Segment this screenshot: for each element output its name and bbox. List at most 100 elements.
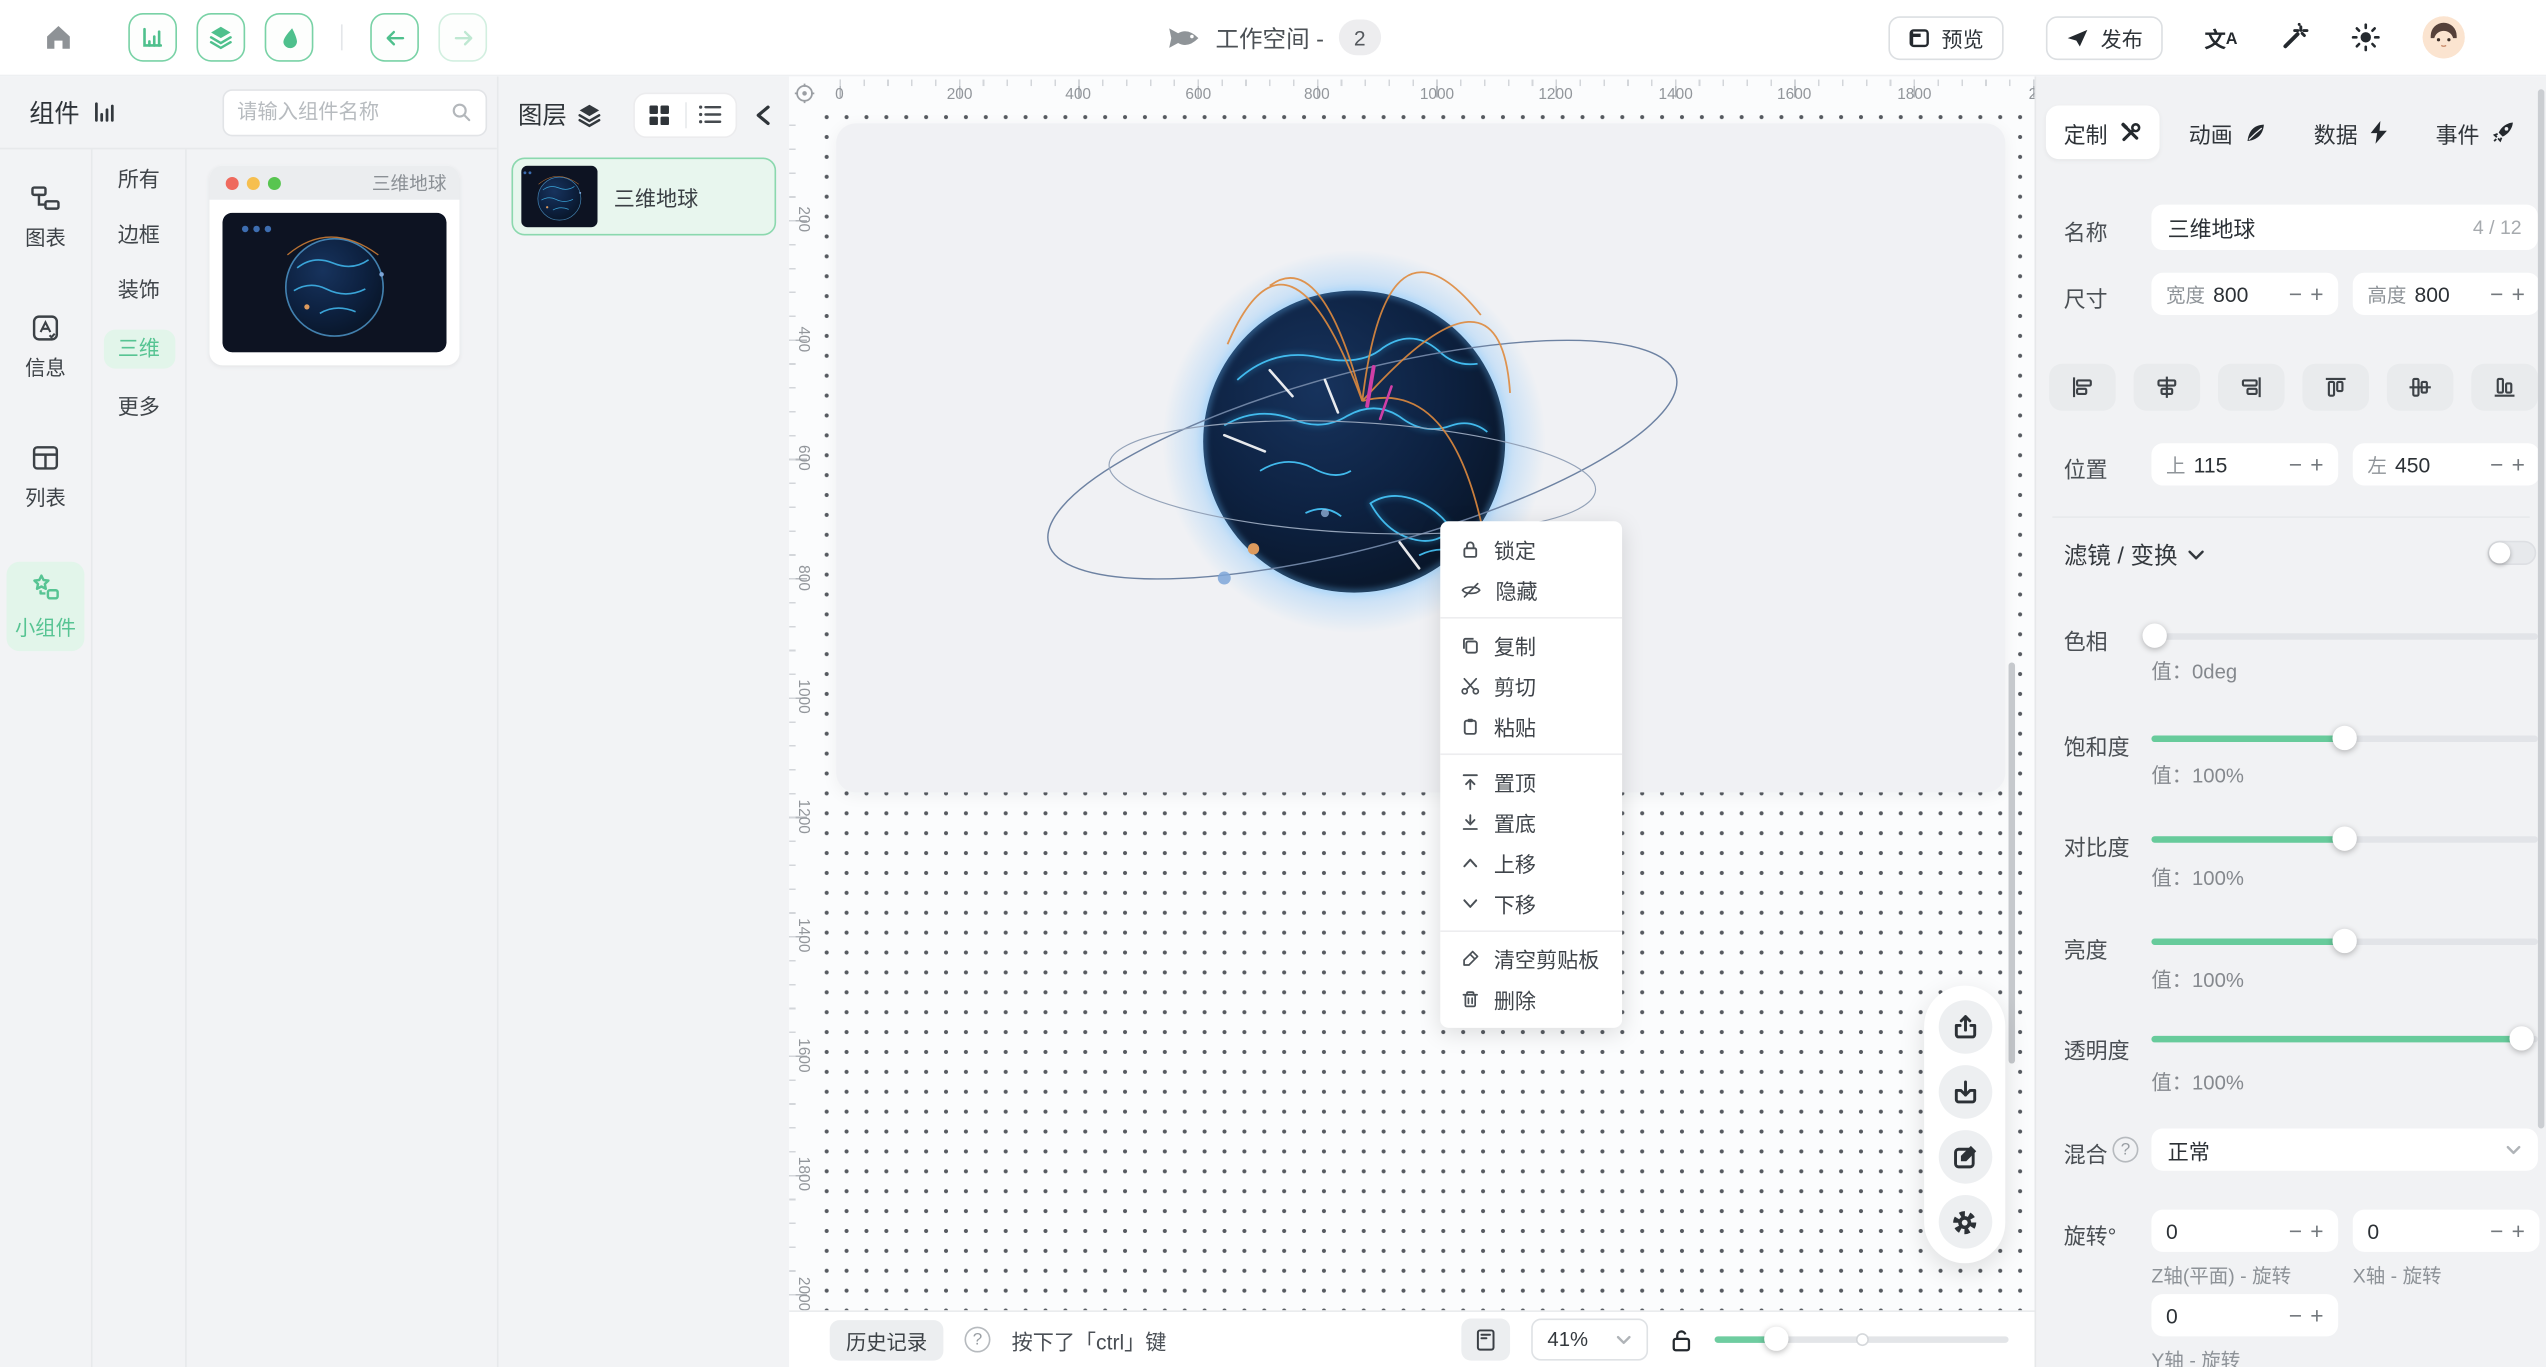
align-middle-vertical-button[interactable] bbox=[2387, 364, 2454, 411]
history-button[interactable]: 历史记录 bbox=[830, 1319, 944, 1360]
rotate-z-decrease-button[interactable]: − bbox=[2289, 1219, 2302, 1242]
width-increase-button[interactable]: + bbox=[2310, 283, 2323, 306]
menu-item-cut[interactable]: 剪切 bbox=[1440, 666, 1622, 707]
export-button[interactable] bbox=[1938, 1000, 1992, 1054]
filter-toggle[interactable] bbox=[2488, 541, 2537, 565]
filter-all[interactable]: 所有 bbox=[103, 164, 174, 196]
top-increase-button[interactable]: + bbox=[2310, 453, 2323, 476]
collapse-layers-button[interactable] bbox=[747, 103, 779, 126]
left-decrease-button[interactable]: − bbox=[2490, 453, 2503, 476]
align-bottom-button[interactable] bbox=[2471, 364, 2538, 411]
brightness-slider-handle[interactable] bbox=[2332, 929, 2356, 953]
opacity-slider[interactable] bbox=[2151, 1036, 2537, 1042]
contrast-slider[interactable] bbox=[2151, 836, 2537, 842]
contrast-slider-handle[interactable] bbox=[2332, 826, 2356, 850]
menu-item-copy[interactable]: 复制 bbox=[1440, 625, 1622, 666]
saturation-slider[interactable] bbox=[2151, 736, 2537, 742]
magic-wand-icon[interactable] bbox=[2280, 23, 2309, 52]
tab-animation[interactable]: 动画 bbox=[2171, 106, 2285, 160]
redo-button[interactable] bbox=[438, 13, 487, 62]
component-search-input[interactable] bbox=[237, 101, 450, 124]
theme-brightness-icon[interactable] bbox=[2351, 23, 2380, 52]
chart-mode-button[interactable] bbox=[128, 13, 177, 62]
opacity-slider-handle[interactable] bbox=[2510, 1026, 2534, 1050]
import-button[interactable] bbox=[1938, 1065, 1992, 1119]
home-icon[interactable] bbox=[42, 21, 74, 53]
list-view-icon bbox=[699, 104, 723, 125]
rotate-y-increase-button[interactable]: + bbox=[2310, 1304, 2323, 1327]
menu-item-send-to-bottom[interactable]: 置底 bbox=[1440, 802, 1622, 843]
menu-item-bring-to-top[interactable]: 置顶 bbox=[1440, 762, 1622, 803]
ruler-origin-icon[interactable] bbox=[794, 83, 815, 104]
zoom-select[interactable]: 41% bbox=[1531, 1318, 1648, 1360]
tab-customize[interactable]: 定制 bbox=[2046, 106, 2160, 160]
tab-data[interactable]: 数据 bbox=[2296, 106, 2406, 160]
height-decrease-button[interactable]: − bbox=[2490, 283, 2503, 306]
workspace-count-badge[interactable]: 2 bbox=[1339, 19, 1381, 55]
layers-mode-button[interactable] bbox=[196, 13, 245, 62]
preview-button[interactable]: 预览 bbox=[1888, 15, 2003, 59]
layers-panel-title: 图层 bbox=[518, 97, 567, 131]
user-avatar[interactable] bbox=[2423, 16, 2465, 58]
filter-3d[interactable]: 三维 bbox=[103, 330, 174, 369]
history-panel-button[interactable] bbox=[1461, 1318, 1510, 1360]
rotate-x-decrease-button[interactable]: − bbox=[2490, 1219, 2503, 1242]
height-increase-button[interactable]: + bbox=[2512, 283, 2525, 306]
edit-button[interactable] bbox=[1938, 1130, 1992, 1184]
align-left-button[interactable] bbox=[2049, 364, 2116, 411]
menu-item-lock[interactable]: 锁定 bbox=[1440, 529, 1622, 570]
undo-button[interactable] bbox=[370, 13, 419, 62]
name-input[interactable] bbox=[2168, 215, 2473, 239]
category-widgets[interactable]: 小组件 bbox=[6, 562, 84, 651]
hue-slider[interactable] bbox=[2151, 633, 2537, 639]
category-tables[interactable]: 列表 bbox=[6, 432, 84, 521]
grid-view-button[interactable] bbox=[635, 103, 685, 126]
menu-item-hide[interactable]: 隐藏 bbox=[1440, 570, 1622, 611]
filter-section-title[interactable]: 滤镜 / 变换 bbox=[2064, 537, 2205, 571]
tab-events[interactable]: 事件 bbox=[2418, 106, 2533, 160]
search-icon[interactable] bbox=[450, 101, 473, 124]
settings-scrollbar[interactable] bbox=[2538, 89, 2544, 1128]
horizontal-ruler[interactable]: 0 200 400 600 800 1000 1200 1400 1600 18… bbox=[817, 80, 2035, 108]
menu-item-move-up[interactable]: 上移 bbox=[1440, 843, 1622, 884]
list-view-button[interactable] bbox=[686, 104, 736, 125]
zoom-slider-handle[interactable] bbox=[1764, 1327, 1788, 1351]
left-increase-button[interactable]: + bbox=[2512, 453, 2525, 476]
align-center-horizontal-button[interactable] bbox=[2134, 364, 2201, 411]
canvas-vertical-scrollbar[interactable] bbox=[2009, 662, 2015, 1063]
menu-item-paste[interactable]: 粘贴 bbox=[1440, 706, 1622, 747]
brightness-slider[interactable] bbox=[2151, 939, 2537, 945]
align-top-button[interactable] bbox=[2302, 364, 2369, 411]
menu-item-delete[interactable]: 删除 bbox=[1440, 979, 1622, 1020]
menu-item-move-down[interactable]: 下移 bbox=[1440, 883, 1622, 924]
settings-button[interactable] bbox=[1938, 1195, 1992, 1249]
rotate-x-increase-button[interactable]: + bbox=[2512, 1219, 2525, 1242]
category-charts[interactable]: 图表 bbox=[6, 172, 84, 261]
blend-select[interactable]: 正常 bbox=[2151, 1128, 2537, 1170]
menu-item-clear-clipboard[interactable]: 清空剪贴板 bbox=[1440, 939, 1622, 980]
filter-decorations[interactable]: 装饰 bbox=[103, 274, 174, 306]
align-right-button[interactable] bbox=[2218, 364, 2285, 411]
translate-icon[interactable]: 文A bbox=[2205, 22, 2238, 53]
rotate-z-increase-button[interactable]: + bbox=[2310, 1219, 2323, 1242]
unlock-icon[interactable] bbox=[1669, 1326, 1693, 1354]
layer-item-3d-earth[interactable]: 三维地球 bbox=[511, 158, 776, 236]
vertical-ruler[interactable]: 200 400 600 800 1000 1200 1400 1600 1800… bbox=[789, 107, 815, 1310]
help-icon[interactable]: ? bbox=[965, 1327, 991, 1353]
category-info[interactable]: 信息 bbox=[6, 302, 84, 391]
blend-help-icon[interactable]: ? bbox=[2112, 1137, 2138, 1163]
rotate-x-stepper: 0 − + bbox=[2353, 1210, 2540, 1252]
filter-more[interactable]: 更多 bbox=[103, 391, 174, 423]
canvas-area[interactable]: 0 200 400 600 800 1000 1200 1400 1600 18… bbox=[789, 76, 2034, 1367]
filter-borders[interactable]: 边框 bbox=[103, 219, 174, 251]
component-card-3d-earth[interactable]: 三维地球 bbox=[209, 166, 459, 366]
hue-slider-handle[interactable] bbox=[2143, 624, 2167, 648]
publish-button[interactable]: 发布 bbox=[2045, 15, 2162, 59]
rotate-y-decrease-button[interactable]: − bbox=[2289, 1304, 2302, 1327]
top-decrease-button[interactable]: − bbox=[2289, 453, 2302, 476]
width-decrease-button[interactable]: − bbox=[2289, 283, 2302, 306]
theme-filter-button[interactable] bbox=[265, 13, 314, 62]
zoom-slider[interactable] bbox=[1715, 1336, 2009, 1342]
saturation-slider-handle[interactable] bbox=[2332, 726, 2356, 750]
copy-icon bbox=[1460, 635, 1481, 656]
